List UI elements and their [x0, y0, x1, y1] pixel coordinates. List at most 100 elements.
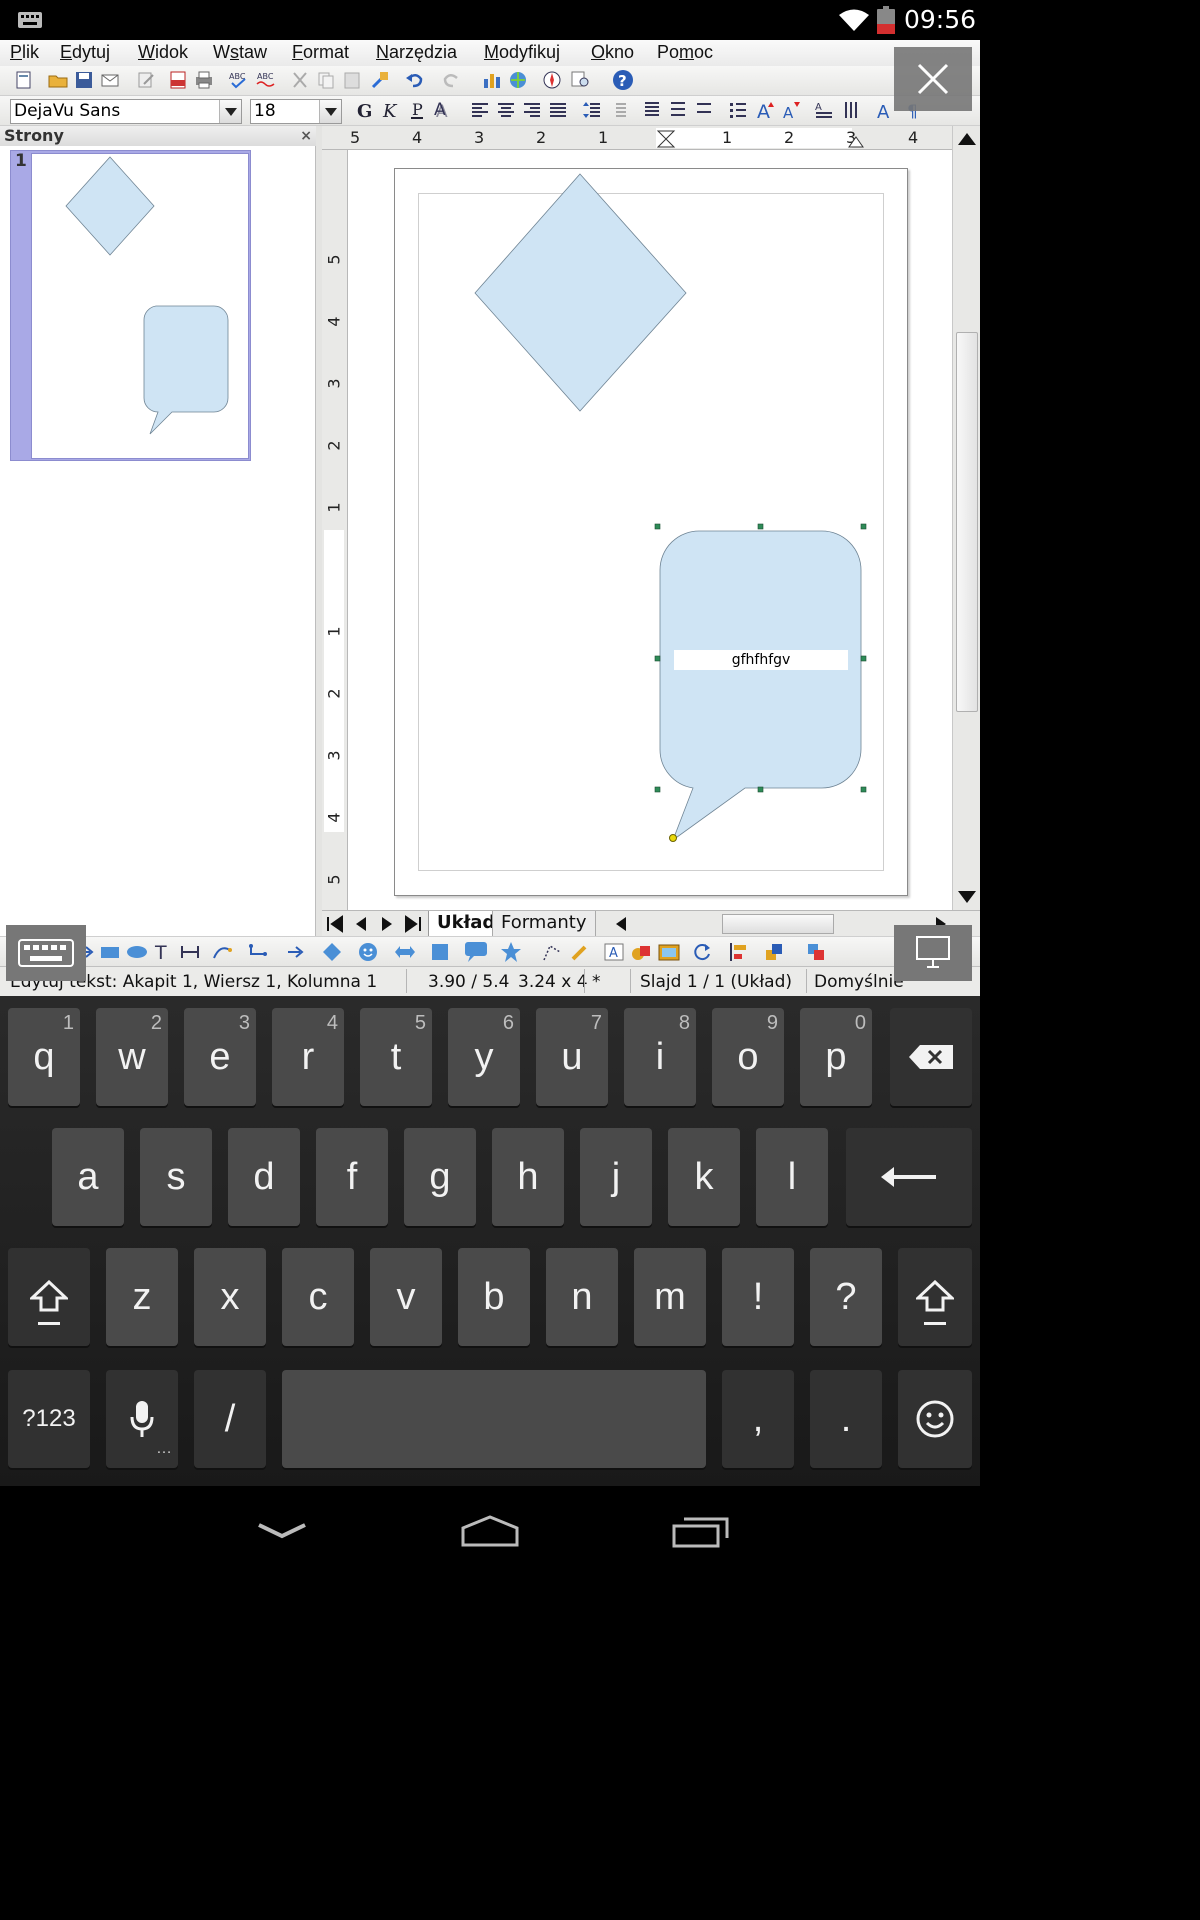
rotate-icon[interactable] [692, 942, 712, 962]
text-tool-icon[interactable]: T [154, 942, 172, 962]
vertical-scroll-thumb[interactable] [956, 332, 978, 712]
character-icon[interactable]: A [876, 100, 896, 120]
tab-controls[interactable]: Formanty [492, 911, 596, 937]
key-enter[interactable] [846, 1128, 972, 1226]
key-space[interactable] [282, 1370, 706, 1468]
clone-formatting-icon[interactable] [370, 70, 390, 90]
horizontal-ruler[interactable]: 5 4 3 2 1 1 2 3 4 [322, 126, 952, 150]
decrease-font-icon[interactable]: A [782, 100, 802, 120]
extrusion-icon[interactable] [806, 942, 828, 962]
recent-apps-icon[interactable] [672, 1516, 730, 1548]
slide-page[interactable]: gfhfhfgv [394, 168, 908, 896]
mail-icon[interactable] [100, 70, 120, 90]
new-document-icon[interactable] [14, 70, 34, 90]
connector-icon[interactable] [248, 942, 268, 962]
underline-icon[interactable]: P [408, 100, 428, 120]
symbol-shapes-icon[interactable] [358, 942, 378, 962]
key-p[interactable]: 0p [800, 1008, 872, 1106]
align-center-icon[interactable] [496, 100, 516, 120]
key-c[interactable]: c [282, 1248, 354, 1346]
callout-shape[interactable] [659, 530, 862, 842]
text-direction-icon[interactable]: A [814, 100, 834, 120]
vertical-ruler[interactable]: 5 4 3 2 1 1 2 3 4 5 [322, 150, 348, 910]
indent-marker-icon[interactable] [656, 130, 676, 148]
align-left-icon[interactable] [470, 100, 490, 120]
key-exclamation[interactable]: ! [722, 1248, 794, 1346]
key-s[interactable]: s [140, 1128, 212, 1226]
vertical-scrollbar[interactable] [952, 126, 980, 910]
line-spacing-1-icon[interactable] [642, 100, 662, 120]
last-tab-icon[interactable] [402, 913, 424, 935]
curve-icon[interactable] [212, 942, 232, 962]
menu-narzedzia[interactable]: Narzędzia [376, 42, 457, 63]
key-shift-left[interactable] [8, 1248, 90, 1346]
edit-file-icon[interactable] [136, 70, 156, 90]
from-file-icon[interactable] [630, 942, 652, 962]
justify-icon[interactable] [548, 100, 568, 120]
scroll-left-icon[interactable] [610, 913, 632, 935]
redo-icon[interactable] [442, 70, 462, 90]
align-right-icon[interactable] [522, 100, 542, 120]
open-icon[interactable] [48, 70, 68, 90]
glue-points-icon[interactable] [570, 942, 590, 962]
key-j[interactable]: j [580, 1128, 652, 1226]
menu-okno[interactable]: Okno [591, 42, 634, 63]
bullets-icon[interactable] [728, 100, 748, 120]
chart-icon[interactable] [482, 70, 502, 90]
key-i[interactable]: 8i [624, 1008, 696, 1106]
key-m[interactable]: m [634, 1248, 706, 1346]
back-chevron-icon[interactable] [256, 1522, 308, 1540]
key-q[interactable]: 1q [8, 1008, 80, 1106]
key-h[interactable]: h [492, 1128, 564, 1226]
spellcheck-icon[interactable]: ABC [228, 70, 248, 90]
rectangle-icon[interactable] [100, 943, 120, 961]
key-e[interactable]: 3e [184, 1008, 256, 1106]
key-backspace[interactable] [890, 1008, 972, 1106]
slide-canvas[interactable]: gfhfhfgv [348, 150, 952, 910]
italic-icon[interactable]: K [380, 100, 400, 120]
key-microphone[interactable]: … [106, 1370, 178, 1468]
fontwork-icon[interactable]: A [604, 942, 624, 962]
key-f[interactable]: f [316, 1128, 388, 1226]
key-n[interactable]: n [546, 1248, 618, 1346]
right-margin-marker-icon[interactable] [848, 136, 864, 148]
print-icon[interactable] [194, 70, 214, 90]
fit-text-icon[interactable] [180, 942, 200, 962]
pages-panel-close-icon[interactable]: × [300, 126, 312, 146]
key-w[interactable]: 2w [96, 1008, 168, 1106]
copy-icon[interactable] [316, 70, 336, 90]
key-slash[interactable]: / [194, 1370, 266, 1468]
menu-widok[interactable]: Widok [138, 42, 188, 63]
scroll-down-icon[interactable] [957, 890, 977, 904]
key-a[interactable]: a [52, 1128, 124, 1226]
key-g[interactable]: g [404, 1128, 476, 1226]
key-symbols[interactable]: ?123 [8, 1370, 90, 1468]
key-x[interactable]: x [194, 1248, 266, 1346]
ellipse-icon[interactable] [126, 943, 148, 961]
chevron-down-icon[interactable] [319, 100, 341, 123]
callout-text-editor[interactable]: gfhfhfgv [674, 650, 848, 670]
key-d[interactable]: d [228, 1128, 300, 1226]
key-period[interactable]: . [810, 1370, 882, 1468]
vertical-text-icon[interactable] [842, 100, 862, 120]
key-l[interactable]: l [756, 1128, 828, 1226]
menu-pomoc[interactable]: Pomoc [657, 42, 713, 63]
callout-tail-handle[interactable] [669, 834, 677, 842]
key-shift-right[interactable] [898, 1248, 972, 1346]
callouts-icon[interactable] [464, 941, 488, 963]
key-v[interactable]: v [370, 1248, 442, 1346]
decrease-spacing-icon[interactable] [608, 100, 628, 120]
save-icon[interactable] [74, 70, 94, 90]
keyboard-toggle-button[interactable] [6, 925, 86, 981]
line-ends-icon[interactable] [286, 943, 306, 961]
block-arrows-icon[interactable] [394, 943, 416, 961]
scroll-up-icon[interactable] [957, 132, 977, 146]
undo-icon[interactable] [404, 70, 424, 90]
desktop-toggle-button[interactable] [894, 925, 972, 981]
diamond-shape[interactable] [474, 173, 687, 412]
line-spacing-15-icon[interactable] [668, 100, 688, 120]
key-y[interactable]: 6y [448, 1008, 520, 1106]
hyperlink-icon[interactable] [508, 70, 528, 90]
font-name-combo[interactable]: DejaVu Sans [10, 99, 242, 124]
help-icon[interactable]: ? [612, 69, 634, 91]
